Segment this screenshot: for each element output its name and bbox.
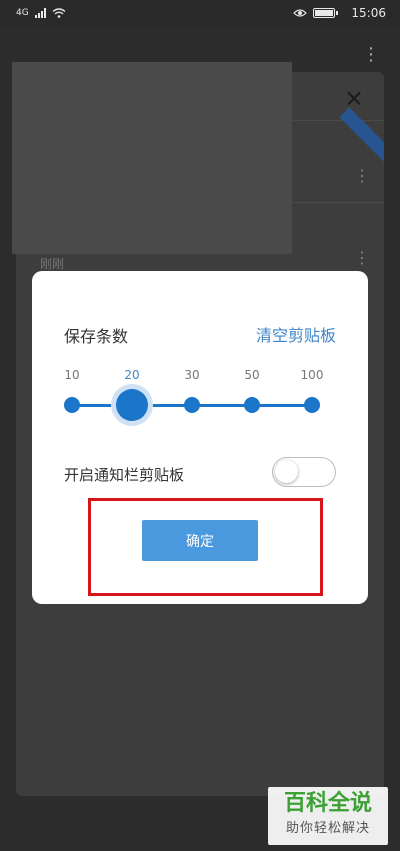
watermark: 百科全说 助你轻松解决 — [268, 787, 388, 845]
status-time: 15:06 — [351, 6, 386, 20]
status-bar: 4G 15:06 — [0, 0, 400, 26]
slider-tick-label: 20 — [124, 368, 140, 382]
slider-stop[interactable] — [304, 397, 320, 413]
corner-ribbon — [339, 107, 384, 167]
more-icon[interactable]: ⋮ — [362, 44, 380, 66]
more-icon[interactable]: ⋮ — [354, 166, 370, 186]
save-count-slider[interactable]: 10 20 30 50 100 — [64, 368, 328, 428]
more-icon[interactable]: ⋮ — [354, 248, 370, 268]
highlight-box — [88, 498, 323, 596]
slider-tick-label: 30 — [184, 368, 200, 382]
status-right: 15:06 — [293, 6, 386, 20]
close-icon[interactable]: × — [342, 86, 366, 110]
item-time-label: 刚刚 — [40, 257, 65, 271]
signal-icon — [34, 8, 46, 18]
watermark-subtitle: 助你轻松解决 — [285, 821, 370, 836]
slider-thumb[interactable] — [116, 389, 148, 421]
status-left: 4G — [16, 8, 66, 18]
eye-icon — [293, 9, 308, 17]
slider-stop[interactable] — [184, 397, 200, 413]
slider-stop[interactable] — [64, 397, 80, 413]
slider-tick-label: 10 — [64, 368, 80, 382]
slider-tick-label: 50 — [244, 368, 260, 382]
dialog-title: 保存条数 — [64, 327, 129, 346]
wifi-icon — [52, 8, 66, 18]
slider-stop[interactable] — [244, 397, 260, 413]
slider-tick-label: 100 — [300, 368, 324, 382]
clear-clipboard-link[interactable]: 清空剪贴板 — [256, 322, 336, 346]
toggle-knob — [275, 460, 298, 483]
blurred-area — [12, 62, 292, 254]
notification-clipboard-label: 开启通知栏剪贴板 — [64, 466, 185, 484]
watermark-title: 百科全说 — [283, 791, 372, 816]
notification-clipboard-toggle[interactable] — [272, 457, 336, 487]
signal-type: 4G — [16, 8, 29, 18]
battery-icon — [313, 8, 339, 18]
